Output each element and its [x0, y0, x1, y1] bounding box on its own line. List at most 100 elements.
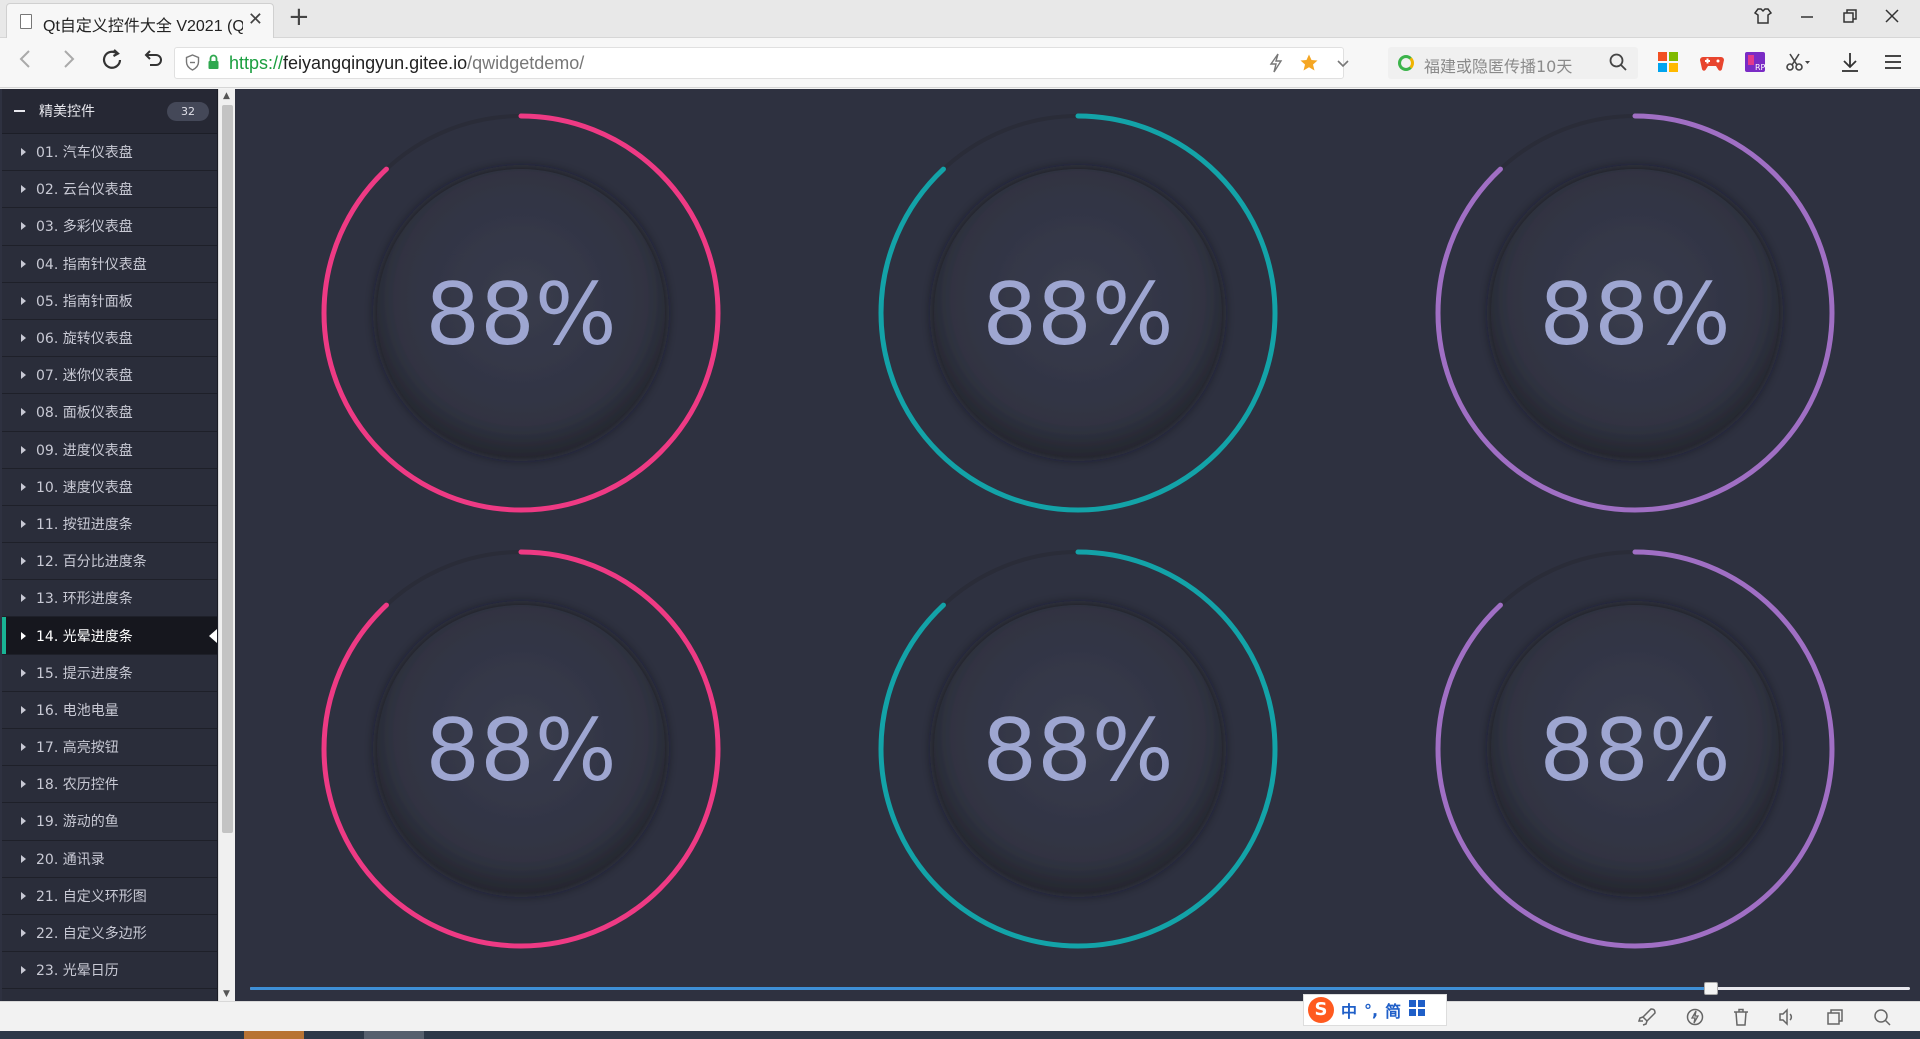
chevron-down-icon[interactable]	[1335, 53, 1351, 78]
expand-arrow-icon	[21, 259, 26, 268]
new-tab-button[interactable]: +	[288, 2, 310, 32]
scrollbar-thumb[interactable]	[222, 105, 233, 833]
accelerate-icon[interactable]	[1685, 1007, 1705, 1032]
url-host: feiyangqingyun.gitee.io	[283, 53, 468, 73]
undo-close-icon[interactable]	[141, 47, 165, 77]
window-icon[interactable]	[1825, 1007, 1845, 1032]
expand-arrow-icon	[21, 296, 26, 305]
download-icon[interactable]	[1839, 51, 1861, 73]
sogou-logo-icon[interactable]: S	[1308, 997, 1334, 1023]
sidebar-scrollbar[interactable]: ▲ ▼	[218, 89, 235, 1001]
sidebar-item[interactable]: 13. 环形进度条	[2, 580, 217, 618]
search-icon[interactable]	[1608, 51, 1628, 78]
browser-tab-bar: Qt自定义控件大全 V2021 (Q ✕ +	[0, 0, 1920, 38]
menu-icon[interactable]	[1882, 51, 1904, 73]
sidebar-item[interactable]: 01. 汽车仪表盘	[2, 134, 217, 172]
sidebar-item-label: 03. 多彩仪表盘	[36, 219, 133, 236]
browser-tab[interactable]: Qt自定义控件大全 V2021 (Q ✕	[6, 3, 274, 38]
sidebar-item[interactable]: 21. 自定义环形图	[2, 878, 217, 915]
sidebar-item-label: 01. 汽车仪表盘	[36, 145, 133, 162]
volume-icon[interactable]	[1777, 1007, 1797, 1032]
zoom-icon[interactable]	[1872, 1007, 1892, 1032]
apps-icon[interactable]	[1657, 51, 1679, 73]
sidebar-item-label: 05. 指南针面板	[36, 293, 133, 310]
progress-slider[interactable]	[250, 979, 1910, 999]
expand-arrow-icon	[21, 631, 26, 640]
sidebar-item-label: 16. 电池电量	[36, 702, 119, 719]
sidebar-item[interactable]: 11. 按钮进度条	[2, 506, 217, 544]
scroll-up-icon[interactable]: ▲	[223, 91, 230, 101]
sidebar-item[interactable]: 20. 通讯录	[2, 841, 217, 878]
glow-progress-gauge: 88%	[878, 549, 1278, 949]
scissors-icon[interactable]	[1785, 51, 1810, 73]
expand-arrow-icon	[21, 705, 26, 714]
lock-icon[interactable]	[207, 54, 220, 74]
expand-arrow-icon	[21, 557, 26, 566]
sidebar-item[interactable]: 06. 旋转仪表盘	[2, 320, 217, 358]
svg-text:RP: RP	[1755, 63, 1766, 72]
lightning-icon[interactable]	[1268, 53, 1284, 78]
sidebar-item-label: 21. 自定义环形图	[36, 888, 147, 905]
sidebar-item[interactable]: 07. 迷你仪表盘	[2, 357, 217, 395]
sidebar-item[interactable]: 16. 电池电量	[2, 692, 217, 729]
sidebar-item[interactable]: 17. 高亮按钮	[2, 729, 217, 767]
sidebar-item[interactable]: 19. 游动的鱼	[2, 803, 217, 841]
sidebar-item[interactable]: 09. 进度仪表盘	[2, 432, 217, 469]
sidebar-item[interactable]: 08. 面板仪表盘	[2, 394, 217, 432]
ime-language[interactable]: 中	[1341, 998, 1357, 1022]
qt-demo-app: 精美控件 32 01. 汽车仪表盘 02. 云台仪表盘 03. 多彩仪表盘 04. 指…	[0, 89, 1920, 1001]
minimize-icon[interactable]	[1797, 6, 1817, 31]
sidebar-item[interactable]: 15. 提示进度条	[2, 655, 217, 692]
close-window-icon[interactable]	[1882, 6, 1902, 31]
browser-status-bar: S 中 °, 简	[0, 994, 1920, 1032]
url-scheme: https://	[229, 53, 284, 73]
count-badge: 32	[167, 101, 209, 121]
ime-toolbar[interactable]: S 中 °, 简	[1303, 994, 1447, 1026]
search-input[interactable]: 福建或隐匿传播10天	[1424, 53, 1572, 77]
collapse-icon[interactable]	[14, 110, 25, 112]
shirt-skin-icon[interactable]	[1753, 6, 1773, 31]
ime-punctuation[interactable]: °,	[1364, 1001, 1378, 1020]
sidebar-item[interactable]: 23. 光晕日历	[2, 952, 217, 990]
glow-progress-gauge: 88%	[878, 113, 1278, 513]
close-tab-icon[interactable]: ✕	[248, 9, 263, 30]
sidebar-group-header[interactable]: 精美控件 32	[2, 89, 217, 134]
search-engine-icon	[1398, 55, 1414, 71]
content-panel: 88% 88% 88% 88% 88% 88%	[236, 89, 1920, 1001]
sidebar-item[interactable]: 12. 百分比进度条	[2, 543, 217, 581]
shield-icon[interactable]	[185, 54, 200, 75]
reload-icon[interactable]	[99, 47, 125, 79]
star-icon[interactable]	[1299, 53, 1319, 78]
taskbar-item[interactable]	[364, 1031, 424, 1039]
sidebar-item[interactable]: 14. 光晕进度条	[2, 617, 217, 655]
extension-icon[interactable]: RP	[1744, 51, 1766, 73]
glow-progress-gauge: 88%	[1435, 549, 1835, 949]
forward-icon[interactable]	[56, 47, 80, 77]
slider-handle[interactable]	[1703, 982, 1718, 995]
sidebar-item[interactable]: 18. 农历控件	[2, 766, 217, 804]
url-bar[interactable]: https://feiyangqingyun.gitee.io/qwidgetd…	[174, 47, 1349, 79]
sidebar-item[interactable]: 04. 指南针仪表盘	[2, 246, 217, 283]
url-text[interactable]: https://feiyangqingyun.gitee.io/qwidgetd…	[229, 53, 584, 74]
sidebar-item[interactable]: 03. 多彩仪表盘	[2, 208, 217, 246]
game-icon[interactable]	[1699, 51, 1724, 73]
back-icon[interactable]	[14, 47, 38, 77]
scroll-down-icon[interactable]: ▼	[223, 989, 230, 999]
sidebar-item[interactable]: 02. 云台仪表盘	[2, 171, 217, 209]
sidebar-item[interactable]: 05. 指南针面板	[2, 283, 217, 320]
expand-arrow-icon	[21, 408, 26, 417]
glow-progress-gauge: 88%	[321, 113, 721, 513]
rocket-icon[interactable]	[1637, 1007, 1657, 1032]
ime-mode[interactable]: 简	[1385, 998, 1401, 1022]
taskbar-item[interactable]	[244, 1031, 304, 1039]
gauge-value-label: 88%	[425, 265, 616, 365]
search-box[interactable]: 福建或隐匿传播10天	[1388, 47, 1638, 79]
sidebar-item[interactable]: 22. 自定义多边形	[2, 915, 217, 953]
gauge-value-label: 88%	[425, 701, 616, 801]
sidebar-item[interactable]: 10. 速度仪表盘	[2, 469, 217, 506]
sidebar-item-label: 06. 旋转仪表盘	[36, 331, 133, 348]
ime-grid-icon[interactable]	[1408, 999, 1426, 1021]
restore-icon[interactable]	[1840, 6, 1860, 31]
trash-icon[interactable]	[1731, 1007, 1751, 1032]
expand-arrow-icon	[21, 966, 26, 975]
